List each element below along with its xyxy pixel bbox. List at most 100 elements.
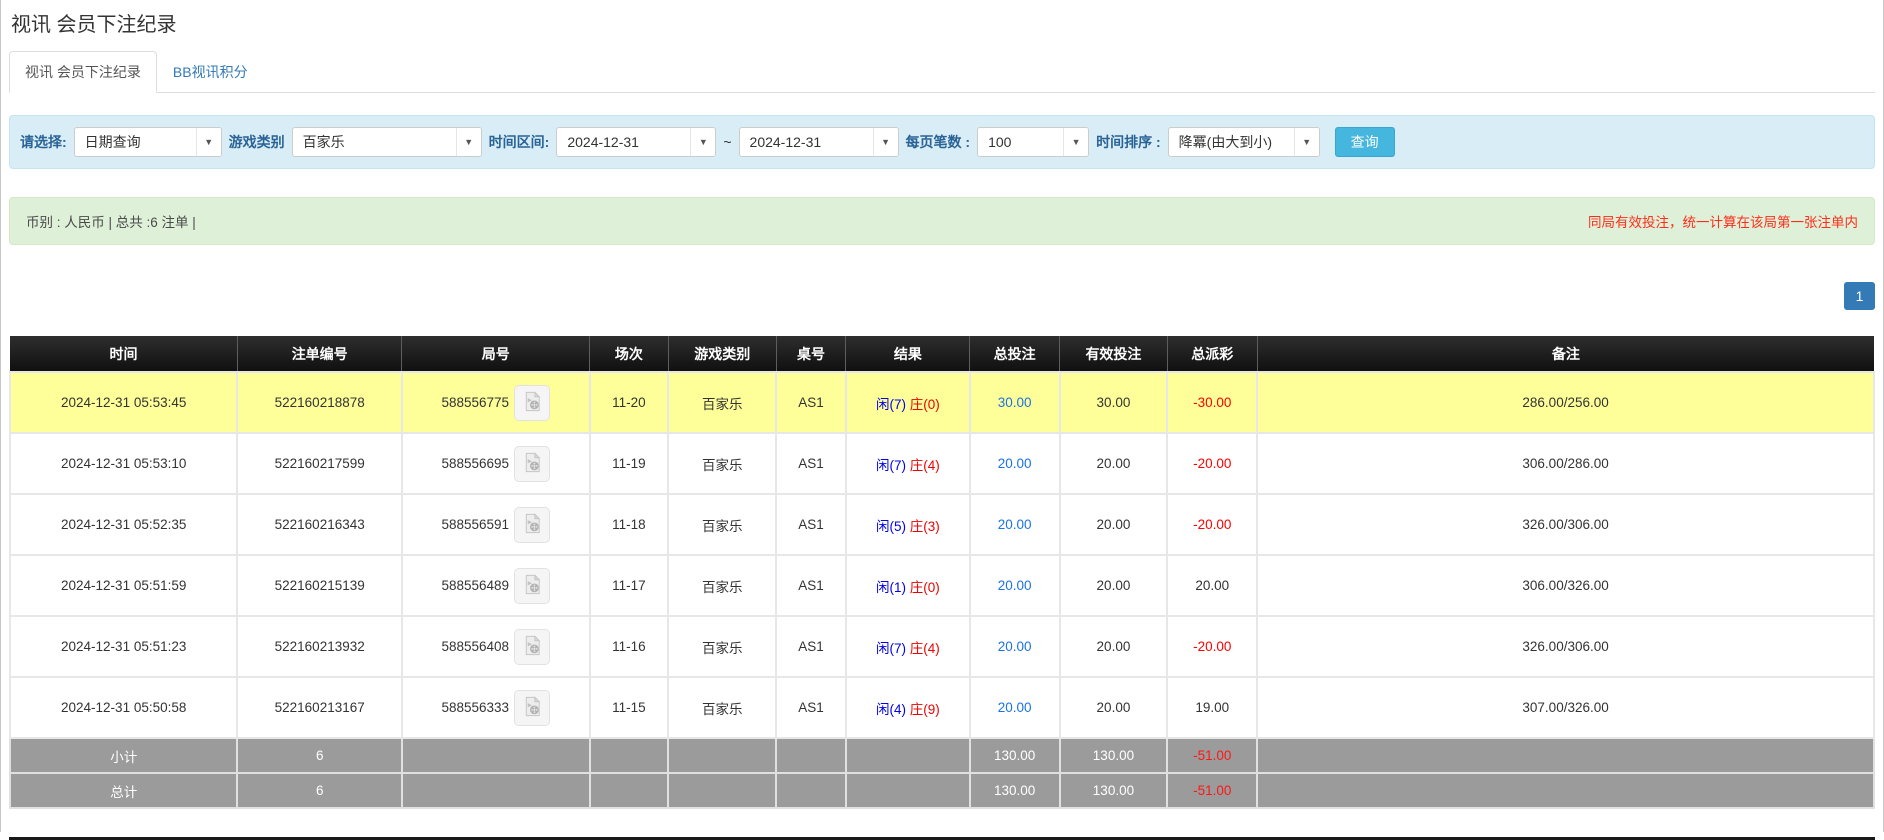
- tab-video-bet-records[interactable]: 视讯 会员下注纪录: [9, 51, 157, 93]
- table-total-row: 总计6130.00130.00-51.00: [10, 773, 1874, 808]
- game-type-select[interactable]: 百家乐 ▼: [292, 127, 482, 157]
- column-header-11: 备注: [1257, 336, 1874, 372]
- page-size-select[interactable]: 100 ▼: [977, 127, 1089, 157]
- empty-cell: [590, 773, 669, 808]
- total-label-cell: 总计: [10, 773, 237, 808]
- query-type-value: 日期查询: [75, 132, 196, 152]
- total-bet-link[interactable]: 20.00: [998, 700, 1032, 715]
- result-cell: 闲(5) 庄(3): [846, 494, 970, 555]
- bet-id-cell: 522160216343: [237, 494, 402, 555]
- date-to-select[interactable]: 2024-12-31 ▼: [739, 127, 899, 157]
- video-replay-button[interactable]: [514, 568, 550, 604]
- total-bet-sum-cell: 130.00: [970, 773, 1060, 808]
- sort-order-select[interactable]: 降冪(由大到小) ▼: [1168, 127, 1320, 157]
- time-range-label: 时间区间:: [489, 132, 550, 152]
- empty-cell: [590, 738, 669, 773]
- result-player: 闲(7): [876, 458, 906, 473]
- table-no-cell: AS1: [776, 372, 846, 433]
- tab-bb-video-points[interactable]: BB视讯积分: [157, 51, 264, 93]
- film-document-icon: [521, 451, 544, 477]
- total-bet-link[interactable]: 20.00: [998, 456, 1032, 471]
- table-row: 2024-12-31 05:53:10522160217599588556695…: [10, 433, 1874, 494]
- result-player: 闲(7): [876, 397, 906, 412]
- page-size-label: 每页笔数 :: [906, 132, 971, 152]
- page-number-button[interactable]: 1: [1844, 282, 1875, 310]
- payout-sum-cell: -51.00: [1167, 773, 1257, 808]
- game-type-cell: 百家乐: [668, 555, 776, 616]
- chevron-down-icon: ▼: [456, 128, 481, 156]
- payout-cell: -30.00: [1167, 372, 1257, 433]
- payout-cell: -20.00: [1167, 616, 1257, 677]
- result-cell: 闲(1) 庄(0): [846, 555, 970, 616]
- payout-cell: -20.00: [1167, 433, 1257, 494]
- chevron-down-icon: ▼: [873, 128, 898, 156]
- result-banker: 庄(4): [910, 458, 940, 473]
- date-to-value: 2024-12-31: [740, 134, 873, 150]
- total-bet-link[interactable]: 30.00: [998, 395, 1032, 410]
- valid-bet-sum-cell: 130.00: [1060, 773, 1168, 808]
- empty-cell: [776, 773, 846, 808]
- session-cell: 11-18: [590, 494, 669, 555]
- table-row: 2024-12-31 05:50:58522160213167588556333…: [10, 677, 1874, 738]
- summary-warning-note: 同局有效投注，统一计算在该局第一张注单内: [1588, 211, 1858, 231]
- total-bet-link[interactable]: 20.00: [998, 517, 1032, 532]
- time-cell: 2024-12-31 05:52:35: [10, 494, 237, 555]
- total-bet-link[interactable]: 20.00: [998, 639, 1032, 654]
- round-id: 588556775: [441, 395, 509, 410]
- bet-id-cell: 522160213932: [237, 616, 402, 677]
- table-no-cell: AS1: [776, 433, 846, 494]
- bet-id-cell: 522160217599: [237, 433, 402, 494]
- column-header-2: 注单编号: [237, 336, 402, 372]
- round-id-cell: 588556591: [402, 494, 590, 555]
- table-footer: 小计6130.00130.00-51.00总计6130.00130.00-51.…: [10, 738, 1874, 808]
- session-cell: 11-16: [590, 616, 669, 677]
- result-cell: 闲(7) 庄(0): [846, 372, 970, 433]
- table-row: 2024-12-31 05:53:45522160218878588556775…: [10, 372, 1874, 433]
- result-cell: 闲(7) 庄(4): [846, 433, 970, 494]
- total-bet-cell: 20.00: [970, 433, 1060, 494]
- video-replay-button[interactable]: [514, 629, 550, 665]
- time-cell: 2024-12-31 05:51:59: [10, 555, 237, 616]
- sort-order-label: 时间排序 :: [1096, 132, 1161, 152]
- valid-bet-sum-cell: 130.00: [1060, 738, 1168, 773]
- video-replay-button[interactable]: [514, 507, 550, 543]
- column-header-3: 局号: [402, 336, 590, 372]
- search-button[interactable]: 查询: [1335, 127, 1395, 157]
- round-id: 588556489: [441, 578, 509, 593]
- table-row: 2024-12-31 05:52:35522160216343 588556591…: [10, 494, 1874, 555]
- payout-cell: 20.00: [1167, 555, 1257, 616]
- valid-bet-cell: 20.00: [1060, 494, 1168, 555]
- game-type-cell: 百家乐: [668, 677, 776, 738]
- video-replay-button[interactable]: [514, 690, 550, 726]
- total-bet-link[interactable]: 20.00: [998, 578, 1032, 593]
- result-banker: 庄(0): [910, 397, 940, 412]
- result-player: 闲(5): [876, 519, 906, 534]
- date-from-value: 2024-12-31: [557, 134, 690, 150]
- date-from-select[interactable]: 2024-12-31 ▼: [556, 127, 716, 157]
- filter-bar: 请选择: 日期查询 ▼ 游戏类别 百家乐 ▼ 时间区间: 2024-12-31 …: [9, 115, 1875, 169]
- time-cell: 2024-12-31 05:53:10: [10, 433, 237, 494]
- column-header-10: 总派彩: [1167, 336, 1257, 372]
- query-type-select[interactable]: 日期查询 ▼: [74, 127, 222, 157]
- column-header-7: 结果: [846, 336, 970, 372]
- table-no-cell: AS1: [776, 616, 846, 677]
- table-no-cell: AS1: [776, 677, 846, 738]
- round-id: 588556591: [441, 517, 509, 532]
- time-cell: 2024-12-31 05:51:23: [10, 616, 237, 677]
- video-replay-button[interactable]: [514, 385, 550, 421]
- column-header-8: 总投注: [970, 336, 1060, 372]
- payout-cell: -20.00: [1167, 494, 1257, 555]
- bet-id-cell: 522160213167: [237, 677, 402, 738]
- result-banker: 庄(0): [910, 580, 940, 595]
- valid-bet-cell: 20.00: [1060, 555, 1168, 616]
- session-cell: 11-15: [590, 677, 669, 738]
- column-header-1: 时间: [10, 336, 237, 372]
- total-label-cell: 小计: [10, 738, 237, 773]
- valid-bet-cell: 20.00: [1060, 433, 1168, 494]
- result-player: 闲(1): [876, 580, 906, 595]
- table-body: 2024-12-31 05:53:45522160218878588556775…: [10, 372, 1874, 738]
- session-cell: 11-17: [590, 555, 669, 616]
- empty-cell: [402, 738, 590, 773]
- film-document-icon: [521, 390, 544, 416]
- video-replay-button[interactable]: [514, 446, 550, 482]
